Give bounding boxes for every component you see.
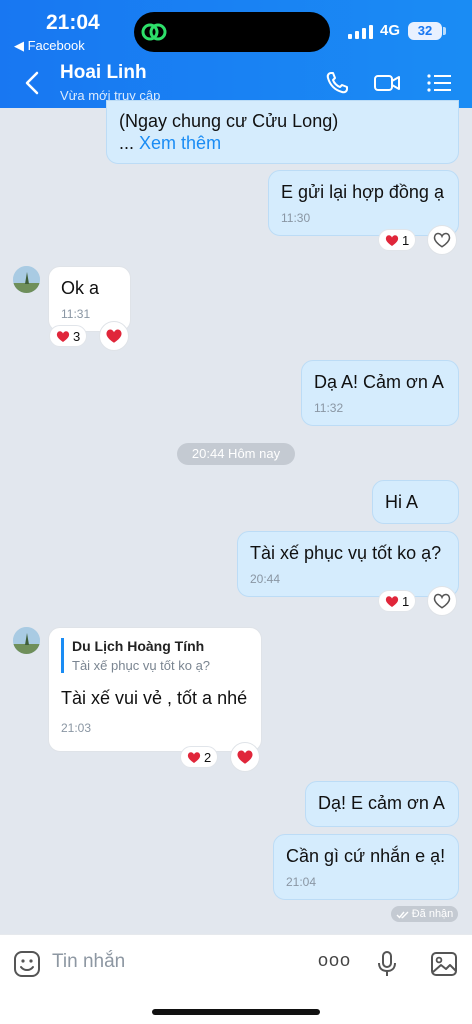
reply-quote[interactable]: Du Lịch Hoàng Tính Tài xế phục vụ tốt ko… [61, 638, 249, 673]
heart-icon [385, 595, 399, 607]
message-text: Hi A [385, 492, 419, 512]
message-bubble-outgoing[interactable]: Cần gì cứ nhắn e ạ! 21:04 [273, 834, 459, 900]
avatar[interactable] [13, 266, 40, 293]
battery-indicator: 32 [408, 22, 442, 40]
message-time: 11:32 [314, 401, 344, 415]
avatar-image [13, 627, 40, 654]
reaction-summary[interactable]: 1 [378, 590, 417, 612]
heart-icon [187, 751, 201, 763]
seen-status: Đã nhận [391, 906, 458, 922]
home-indicator[interactable] [152, 1009, 320, 1015]
image-icon[interactable] [429, 949, 459, 979]
message-bubble-outgoing[interactable]: Dạ! E cảm ơn A [305, 781, 459, 827]
reaction-count: 3 [73, 328, 81, 344]
reaction-count: 2 [204, 749, 212, 765]
ellipsis: ... [119, 133, 135, 153]
heart-icon [56, 330, 70, 342]
sticker-icon[interactable] [12, 949, 42, 979]
contact-name[interactable]: Hoai Linh [60, 62, 147, 84]
reaction-summary[interactable]: 3 [49, 325, 88, 347]
message-text: (Ngay chung cư Cửu Long) [119, 111, 339, 131]
chat-header: 21:04 ◀ Facebook 4G 32 Hoai Linh Vừa mới… [0, 0, 472, 108]
message-text: Tài xế phục vụ tốt ko ạ? [250, 543, 442, 563]
back-arrow-icon[interactable] [18, 68, 48, 98]
avatar[interactable] [13, 627, 40, 654]
message-text: Dạ! E cảm ơn A [318, 793, 445, 813]
message-bubble-outgoing[interactable]: Dạ A! Cảm ơn A 11:32 [301, 360, 459, 426]
react-button[interactable] [230, 742, 260, 772]
message-input[interactable]: Tin nhắn [52, 951, 125, 973]
message-time: 11:31 [61, 307, 91, 321]
phone-icon[interactable] [324, 70, 352, 96]
reaction-count: 1 [402, 232, 410, 248]
back-to-facebook-link[interactable]: ◀ Facebook [14, 38, 85, 54]
heart-outline-icon [433, 232, 451, 248]
heart-icon [385, 234, 399, 246]
reaction-summary[interactable]: 1 [378, 229, 417, 251]
react-button[interactable] [427, 225, 457, 255]
more-options-button[interactable]: ooo [318, 950, 351, 971]
message-text: Ok a [61, 278, 100, 298]
message-bubble-outgoing[interactable]: Tài xế phục vụ tốt ko ạ? 20:44 [237, 531, 459, 597]
menu-icon[interactable] [426, 70, 454, 96]
react-button[interactable] [99, 321, 129, 351]
see-more-link[interactable]: Xem thêm [139, 133, 221, 153]
link-icon [141, 23, 167, 41]
message-bubble-outgoing[interactable]: Hi A [372, 480, 459, 524]
message-time: 21:04 [286, 875, 317, 889]
status-time: 21:04 [46, 11, 100, 34]
video-call-icon[interactable] [373, 70, 401, 96]
quote-author: Du Lịch Hoàng Tính [72, 638, 205, 654]
network-type: 4G [380, 22, 401, 39]
microphone-icon[interactable] [372, 949, 402, 979]
message-time: 20:44 [250, 572, 281, 586]
heart-outline-icon [433, 593, 451, 609]
message-text: Dạ A! Cảm ơn A [314, 372, 444, 392]
message-more: ... Xem thêm [119, 132, 446, 154]
heart-icon [237, 750, 253, 764]
message-text: Cần gì cứ nhắn e ạ! [286, 846, 446, 866]
react-button[interactable] [427, 586, 457, 616]
reaction-summary[interactable]: 2 [180, 746, 219, 768]
message-text: Tài xế vui vẻ , tốt a nhé [61, 688, 248, 708]
battery-tip [443, 27, 446, 35]
date-divider: 20:44 Hôm nay [177, 443, 295, 465]
message-time: 11:30 [281, 211, 311, 225]
message-bubble-outgoing[interactable]: E gửi lại hợp đồng ạ 11:30 [268, 170, 459, 236]
message-text: E gửi lại hợp đồng ạ [281, 182, 444, 202]
reaction-count: 1 [402, 593, 410, 609]
message-bubble-outgoing[interactable]: (Ngay chung cư Cửu Long) ... Xem thêm [106, 100, 459, 164]
seen-label: Đã nhận [411, 908, 454, 920]
avatar-image [13, 266, 40, 293]
message-bubble-incoming-reply[interactable]: Du Lịch Hoàng Tính Tài xế phục vụ tốt ko… [48, 627, 262, 752]
signal-icon [348, 25, 373, 39]
quote-text: Tài xế phục vụ tốt ko ạ? [72, 658, 211, 673]
message-time: 21:03 [61, 721, 92, 735]
double-check-icon [396, 911, 409, 919]
heart-icon [106, 329, 122, 343]
